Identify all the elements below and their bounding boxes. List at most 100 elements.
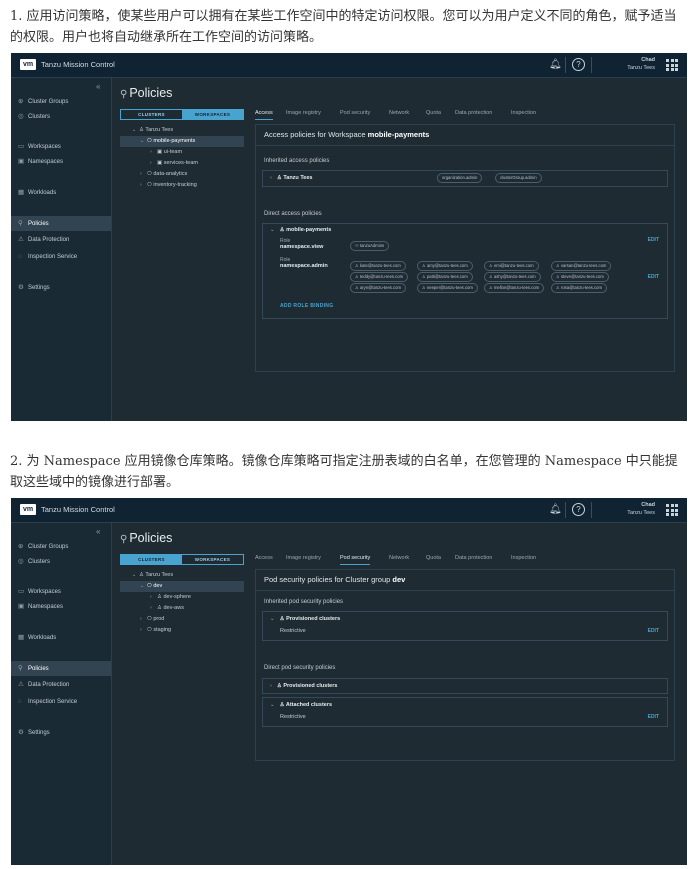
user-chip: ♙ patti@tanzu-tees.com — [417, 272, 473, 282]
attached-clusters-row[interactable]: ⌄ ♙ Attached clusters — [270, 702, 332, 708]
top-bar: vm Tanzu Mission Control 🔔︎ ? Chad Tanzu… — [11, 498, 687, 523]
tree-item-selected[interactable]: ⌄ ⎔ dev — [120, 581, 244, 592]
sidebar-item-data-protection[interactable]: ⚠ Data Protection — [11, 677, 111, 692]
inherited-policy-box: ⌄ ♙ Provisioned clusters Restrictive EDIT — [262, 611, 668, 641]
sidebar-item-data-protection[interactable]: ⚠ Data Protection — [11, 232, 111, 247]
sidebar-item-inspection-service[interactable]: ◌ Inspection Service — [11, 249, 111, 264]
collapse-sidebar-icon[interactable]: « — [96, 527, 100, 536]
sidebar-item-settings[interactable]: ⚙ Settings — [11, 280, 111, 295]
tree-item[interactable]: ⌄ ♙ Tanzu Tees — [120, 125, 244, 136]
direct-policy-row[interactable]: › ♙ Provisioned clusters — [262, 678, 668, 694]
direct-policy-box: ⌄ ♙ mobile-payments Role namespace.view ⚇… — [262, 223, 668, 319]
bell-icon[interactable]: 🔔︎ — [549, 504, 562, 516]
divider — [591, 57, 592, 73]
sidebar-item-workspaces[interactable]: ▭ Workspaces — [11, 584, 111, 599]
tab-data-protection[interactable]: Data protection — [455, 553, 492, 564]
tab-image-registry[interactable]: Image registry — [286, 553, 321, 564]
tab-data-protection[interactable]: Data protection — [455, 108, 492, 119]
tab-quota[interactable]: Quota — [426, 553, 441, 564]
divider — [591, 502, 592, 518]
user-chip: ♙ emi@tanzu-tees.com — [484, 261, 539, 271]
tab-network[interactable]: Network — [389, 553, 409, 564]
tree-item[interactable]: › ▣ services-team — [120, 158, 244, 169]
tab-access[interactable]: Access — [255, 108, 273, 120]
edit-button[interactable]: EDIT — [648, 628, 659, 634]
clusters-icon: ◎ — [18, 113, 24, 120]
help-icon[interactable]: ? — [572, 503, 585, 516]
org-icon: ♙ — [139, 127, 144, 133]
tree-item[interactable]: › ⎔ data-analytics — [120, 169, 244, 180]
tab-pod-security[interactable]: Pod security — [340, 553, 371, 565]
tree-item[interactable]: › ⎔ prod — [120, 614, 244, 625]
org-icon: ♙ — [139, 572, 144, 578]
edit-button[interactable]: EDIT — [648, 237, 659, 243]
intro-paragraph-2: 2. 为 Namespace 应用镜像仓库策略。镜像仓库策略可指定注册表域的白名… — [10, 454, 678, 490]
user-menu[interactable]: Chad Tanzu Tees — [615, 56, 655, 72]
sidebar-item-workloads[interactable]: ▦ Workloads — [11, 185, 111, 200]
cluster-group-icon: ⎔ — [147, 627, 152, 633]
sidebar-item-policies[interactable]: ⚲ Policies — [11, 216, 111, 231]
sidebar-item-namespaces[interactable]: ▣ Namespaces — [11, 154, 111, 169]
tab-network[interactable]: Network — [389, 108, 409, 119]
panel-header: Pod security policies for Cluster group … — [256, 570, 674, 591]
tree-item[interactable]: ⌄ ♙ Tanzu Tees — [120, 570, 244, 581]
sidebar-item-policies[interactable]: ⚲ Policies — [11, 661, 111, 676]
inherited-policy-row[interactable]: ⌄ ♙ Provisioned clusters — [270, 616, 340, 622]
tree-item[interactable]: › ⎔ inventory-tracking — [120, 180, 244, 191]
user-menu[interactable]: Chad Tanzu Tees — [615, 501, 655, 517]
tab-image-registry[interactable]: Image registry — [286, 108, 321, 119]
edit-button[interactable]: EDIT — [648, 274, 659, 280]
tab-access[interactable]: Access — [255, 553, 273, 564]
tree-item[interactable]: › ▣ ui-team — [120, 147, 244, 158]
collapse-sidebar-icon[interactable]: « — [96, 82, 100, 91]
edit-button[interactable]: EDIT — [648, 714, 659, 720]
sidebar-item-cluster-groups[interactable]: ⊕ Cluster Groups — [11, 94, 111, 109]
tree-item[interactable]: › ♙ dev-aws — [120, 603, 244, 614]
sidebar-item-settings[interactable]: ⚙ Settings — [11, 725, 111, 740]
page-title: ⚲ Policies — [120, 531, 173, 545]
cluster-groups-icon: ⊕ — [18, 543, 24, 550]
user-chip: ♙ mellon@tanzu-tees.com — [484, 283, 545, 293]
tab-inspection[interactable]: Inspection — [511, 108, 536, 119]
apps-grid-icon[interactable] — [666, 504, 678, 516]
direct-policy-group[interactable]: ⌄ ♙ mobile-payments — [270, 227, 331, 233]
sidebar-item-clusters[interactable]: ◎ Clusters — [11, 554, 111, 569]
top-bar: vm Tanzu Mission Control 🔔︎ ? Chad Tanzu… — [11, 53, 687, 78]
tree-item-selected[interactable]: ⌄ ⎔ mobile-payments — [120, 136, 244, 147]
cluster-group-icon: ⎔ — [147, 583, 152, 589]
inspection-icon: ◌ — [18, 253, 22, 260]
workspaces-toggle-button[interactable]: WORKSPACES — [182, 110, 243, 119]
workspaces-toggle-button[interactable]: WORKSPACES — [182, 555, 243, 564]
scope-toggle: CLUSTERS WORKSPACES — [120, 554, 244, 565]
sidebar-item-workloads[interactable]: ▦ Workloads — [11, 630, 111, 645]
sidebar-item-clusters[interactable]: ◎ Clusters — [11, 109, 111, 124]
help-icon[interactable]: ? — [572, 58, 585, 71]
scope-toggle: CLUSTERS WORKSPACES — [120, 109, 244, 120]
clusters-toggle-button[interactable]: CLUSTERS — [121, 110, 182, 119]
sidebar-item-inspection-service[interactable]: ◌ Inspection Service — [11, 694, 111, 709]
sidebar-item-workspaces[interactable]: ▭ Workspaces — [11, 139, 111, 154]
sidebar-item-cluster-groups[interactable]: ⊕ Cluster Groups — [11, 539, 111, 554]
inherited-section-title: Inherited pod security policies — [264, 599, 344, 605]
policy-content: Access Image registry Pod security Netwo… — [254, 523, 687, 865]
policies-icon: ⚲ — [120, 89, 128, 100]
tab-pod-security[interactable]: Pod security — [340, 108, 370, 119]
inherited-policy-row[interactable]: › ♙ Tanzu Tees organization.admin cluster… — [262, 170, 668, 187]
namespaces-icon: ▣ — [18, 158, 25, 165]
user-chip: ♙ aryn@tanzu-tees.com — [350, 283, 406, 293]
workspaces-icon: ▭ — [18, 143, 25, 150]
tree-item[interactable]: › ♙ dev-sphere — [120, 592, 244, 603]
namespaces-icon: ▣ — [18, 603, 25, 610]
tab-inspection[interactable]: Inspection — [511, 553, 536, 564]
sidebar-item-namespaces[interactable]: ▣ Namespaces — [11, 599, 111, 614]
sidebar: « ⊕ Cluster Groups ◎ Clusters ▭ Workspaces … — [11, 78, 112, 421]
clusters-toggle-button[interactable]: CLUSTERS — [121, 555, 182, 564]
tree-item[interactable]: › ⎔ staging — [120, 625, 244, 636]
tab-quota[interactable]: Quota — [426, 108, 441, 119]
add-role-binding-button[interactable]: ADD ROLE BINDING — [280, 303, 333, 309]
bell-icon[interactable]: 🔔︎ — [549, 59, 562, 71]
cluster-group-icon: ⎔ — [147, 616, 152, 622]
sidebar: « ⊕ Cluster Groups ◎ Clusters ▭ Workspaces … — [11, 523, 112, 865]
apps-grid-icon[interactable] — [666, 59, 678, 71]
screenshot-pod-security-policies: vm Tanzu Mission Control 🔔︎ ? Chad Tanzu… — [11, 498, 687, 865]
